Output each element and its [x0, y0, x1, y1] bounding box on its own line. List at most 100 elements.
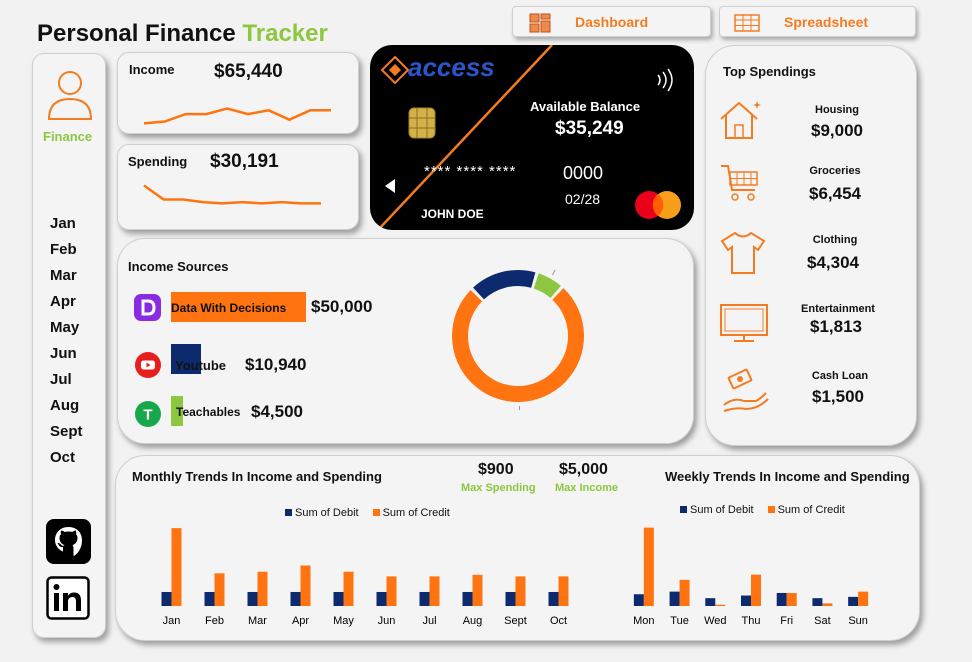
weekly-bar-chart: Mon Tue Wed Thu Fri Sat Sun [633, 527, 869, 627]
spending-amount: $4,304 [807, 253, 859, 272]
x-tick-label: Mon [633, 615, 654, 627]
legend-swatch-debit [285, 509, 292, 516]
income-value: $65,440 [214, 61, 283, 82]
card-number-masked: **** **** **** [424, 163, 517, 180]
donut-slice [533, 273, 561, 298]
income-label: Income [129, 62, 175, 77]
x-tick-label: Sat [814, 615, 831, 627]
bar-debit [333, 591, 344, 606]
bar-credit [300, 565, 311, 606]
bar-credit [386, 576, 397, 606]
bar-debit [419, 591, 430, 606]
bar-debit [848, 596, 859, 606]
top-spendings-title: Top Spendings [723, 64, 816, 79]
bar-debit [776, 592, 787, 606]
x-tick-label: Sept [504, 615, 527, 627]
legend-credit: Sum of Credit [372, 507, 450, 519]
card-holder: JOHN DOE [421, 207, 484, 221]
spending-category: Clothing [812, 234, 858, 246]
spending-amount: $1,500 [812, 387, 864, 406]
bar-credit [515, 576, 526, 606]
house-icon [720, 101, 761, 139]
spending-category: Groceries [809, 165, 861, 177]
bar-credit [858, 591, 869, 606]
cash-hand-icon [723, 368, 769, 412]
income-source-value: $4,500 [251, 402, 303, 421]
bar-debit [376, 591, 387, 606]
bar-credit [343, 571, 354, 606]
x-tick-label: Feb [205, 615, 224, 627]
youtube-icon [135, 352, 161, 378]
month-item-apr[interactable]: Apr [50, 293, 76, 310]
month-item-jan[interactable]: Jan [50, 215, 76, 232]
spreadsheet-button[interactable]: Spreadsheet [719, 6, 916, 37]
month-item-may[interactable]: May [50, 319, 79, 336]
weekly-trends-title: Weekly Trends In Income and Spending [665, 469, 910, 484]
spending-amount: $1,813 [810, 317, 862, 336]
monitor-icon [720, 304, 768, 342]
bar-credit [643, 527, 654, 606]
dwd-logo-icon [134, 294, 161, 321]
chip-icon [408, 107, 436, 139]
x-tick-label: Jun [378, 615, 396, 627]
dashboard-label: Dashboard [575, 14, 649, 30]
bar-debit [505, 591, 516, 606]
max-spending-label: Max Spending [461, 482, 536, 494]
spreadsheet-label: Spreadsheet [784, 14, 869, 30]
legend-label-credit: Sum of Credit [777, 504, 845, 516]
income-donut-chart: 76%17%7% [452, 270, 584, 410]
spending-category: Cash Loan [811, 370, 869, 382]
donut-leader-line [551, 270, 556, 276]
bar-credit [429, 576, 440, 606]
legend-debit: Sum of Debit [285, 507, 359, 519]
bar-credit [751, 574, 761, 606]
spending-value: $30,191 [210, 151, 279, 172]
profile-label: Finance [43, 129, 93, 144]
mastercard-logo-icon [635, 191, 681, 219]
bar-credit [715, 604, 726, 606]
month-item-oct[interactable]: Oct [50, 449, 75, 466]
monthly-legend: Sum of Debit Sum of Credit [285, 507, 450, 519]
spending-category: Entertainment [801, 303, 875, 315]
monthly-trends-title: Monthly Trends In Income and Spending [132, 469, 382, 484]
card-number-last4: 0000 [563, 163, 604, 183]
max-income-label: Max Income [555, 482, 618, 494]
bank-card: access Available Balance $35,249 **** **… [370, 45, 694, 230]
max-spending-value: $900 [478, 461, 514, 478]
page-title: Personal Finance Tracker [37, 20, 328, 48]
bank-brand: access [408, 52, 495, 82]
income-sparkline [143, 107, 331, 125]
month-item-mar[interactable]: Mar [50, 267, 77, 284]
bar-debit [633, 594, 644, 606]
month-item-feb[interactable]: Feb [50, 241, 77, 258]
x-tick-label: Wed [704, 615, 726, 627]
sparkline-path [143, 107, 331, 125]
sparkline-path [143, 184, 321, 205]
bar-debit [812, 598, 823, 606]
play-triangle-icon [385, 179, 395, 193]
bar-debit [247, 591, 258, 606]
income-source-value: $10,940 [245, 355, 307, 374]
bar-credit [257, 571, 268, 606]
legend-label-debit: Sum of Debit [690, 504, 754, 516]
dashboard-button[interactable]: Dashboard [512, 6, 711, 37]
balance-label: Available Balance [530, 99, 641, 114]
github-icon[interactable] [46, 519, 91, 564]
income-source-name: Teachables [176, 405, 241, 419]
month-item-aug[interactable]: Aug [50, 397, 79, 414]
month-item-jun[interactable]: Jun [50, 345, 77, 362]
income-source-name: Youtube [175, 358, 227, 373]
user-profile-icon[interactable] [46, 69, 94, 121]
donut-slice [473, 270, 536, 300]
month-item-jul[interactable]: Jul [50, 371, 72, 388]
balance-value: $35,249 [555, 118, 624, 139]
bar-credit [822, 603, 833, 606]
month-item-sept[interactable]: Sept [50, 423, 83, 440]
linkedin-icon[interactable] [46, 576, 90, 620]
monthly-bar-chart: Jan Feb Mar Apr May Jun Jul Aug Sept Oct [161, 528, 569, 627]
max-income-value: $5,000 [559, 461, 608, 478]
bar-debit [705, 598, 716, 606]
x-tick-label: Mar [248, 615, 267, 627]
x-tick-label: Thu [742, 615, 761, 627]
spreadsheet-icon [734, 14, 760, 32]
